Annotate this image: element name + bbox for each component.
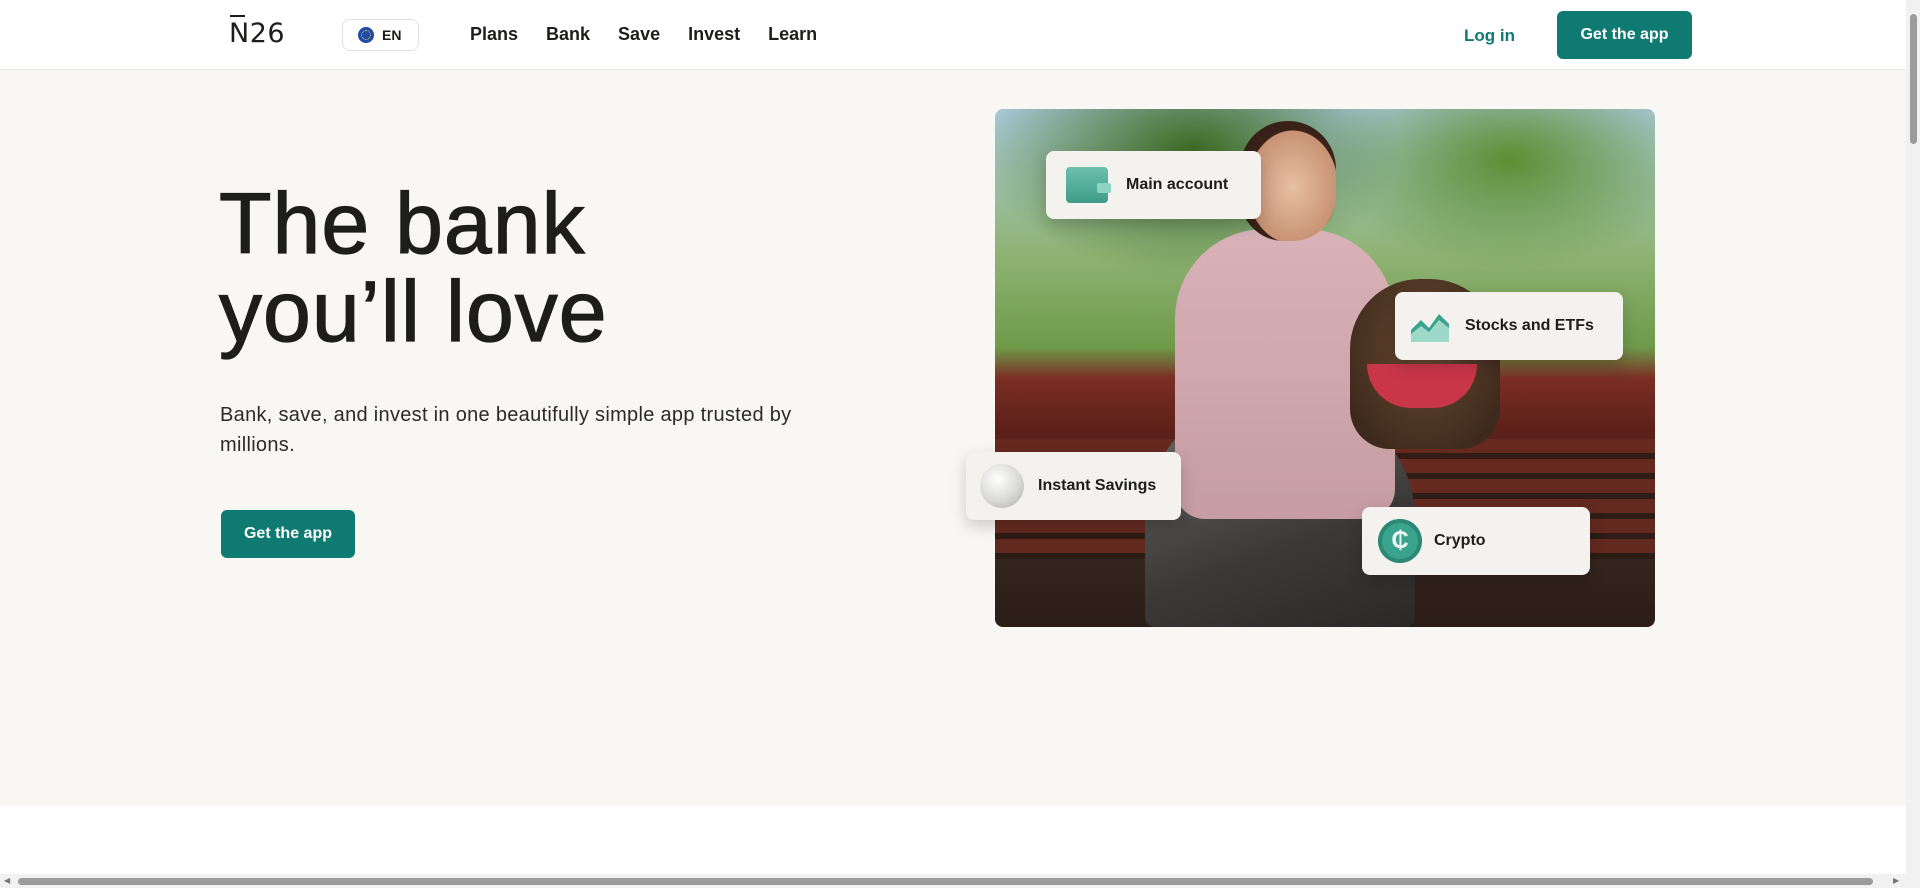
get-app-button-hero[interactable]: Get the app: [221, 510, 355, 558]
card-crypto: ₵ Crypto: [1362, 507, 1590, 575]
logo-text: N26: [229, 18, 286, 49]
scroll-left-icon[interactable]: ◀: [4, 876, 10, 885]
wallet-icon: [1066, 167, 1111, 203]
language-selector[interactable]: EN: [342, 19, 419, 51]
nav-learn[interactable]: Learn: [768, 24, 817, 45]
horizontal-scrollbar-thumb[interactable]: [18, 878, 1873, 885]
nav-bank[interactable]: Bank: [546, 24, 590, 45]
nav-invest[interactable]: Invest: [688, 24, 740, 45]
eu-flag-icon: [358, 27, 374, 43]
card-savings-label: Instant Savings: [1038, 477, 1157, 494]
vertical-scrollbar-thumb[interactable]: [1910, 14, 1917, 144]
card-stocks-label: Stocks and ETFs: [1465, 317, 1594, 334]
scroll-right-icon[interactable]: ▶: [1893, 876, 1899, 885]
get-app-button-header[interactable]: Get the app: [1557, 11, 1692, 59]
horizontal-scrollbar[interactable]: ◀ ▶: [0, 874, 1906, 888]
n26-logo[interactable]: N26: [229, 15, 286, 49]
nav-plans[interactable]: Plans: [470, 24, 518, 45]
headline-line-1: The bank: [218, 176, 586, 272]
card-stocks-etfs: Stocks and ETFs: [1395, 292, 1623, 360]
top-navigation: N26 EN Plans Bank Save Invest Learn Log …: [0, 0, 1906, 70]
hero-subtitle: Bank, save, and invest in one beautifull…: [220, 404, 792, 456]
card-main-account-label: Main account: [1126, 176, 1229, 193]
card-main-account: Main account: [1046, 151, 1261, 219]
logo-bar: [230, 15, 245, 17]
card-instant-savings: Instant Savings: [966, 452, 1181, 520]
main-nav: Plans Bank Save Invest Learn: [470, 24, 817, 45]
login-link[interactable]: Log in: [1464, 26, 1515, 46]
scrollbar-corner: [1906, 874, 1920, 888]
headline-line-2: you’ll love: [218, 264, 608, 360]
crypto-coin-icon: ₵: [1378, 519, 1422, 563]
vertical-scrollbar[interactable]: [1906, 0, 1920, 874]
hero-headline: The bank you’ll love: [218, 179, 608, 356]
card-crypto-label: Crypto: [1434, 532, 1486, 549]
nav-save[interactable]: Save: [618, 24, 660, 45]
piggy-bank-icon: [980, 464, 1024, 508]
language-label: EN: [382, 27, 402, 43]
chart-icon: [1411, 314, 1449, 342]
